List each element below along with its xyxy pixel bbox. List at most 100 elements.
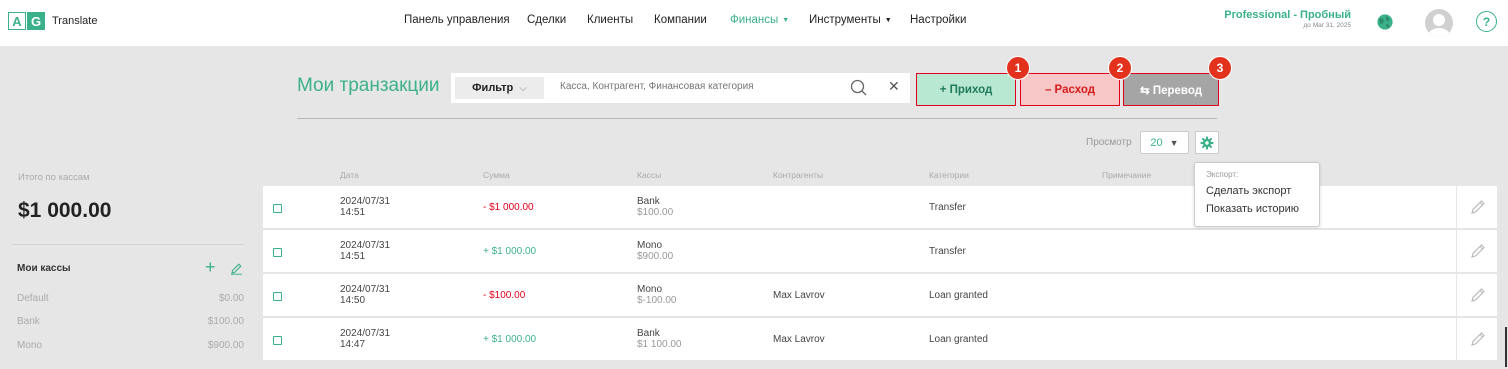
help-icon[interactable]: ?	[1476, 11, 1497, 32]
nav-dashboard[interactable]: Панель управления	[404, 14, 510, 26]
search-icon[interactable]	[850, 79, 867, 96]
row-separator	[1456, 318, 1457, 360]
table-row[interactable]: 2024/07/31 14:51 + $1 000.00 Mono $900.00 Tra…	[263, 230, 1497, 272]
kassa-value: $100.00	[207, 316, 244, 327]
edit-icon[interactable]	[1470, 243, 1486, 259]
col-date[interactable]: Дата	[340, 170, 359, 180]
app-logo[interactable]: A G Translate	[8, 12, 97, 30]
avatar-head	[1433, 14, 1445, 26]
row-contractor[interactable]: Max Lavrov	[773, 290, 825, 301]
row-checkbox[interactable]	[273, 204, 282, 213]
row-time: 14:47	[340, 339, 366, 350]
header-divider	[297, 118, 1217, 119]
edge-line	[1505, 327, 1507, 367]
per-page-select[interactable]: 20 ▼	[1140, 131, 1189, 154]
row-kassa-cell: Bank $100.00	[637, 196, 673, 218]
expense-button[interactable]: – Расход	[1020, 73, 1120, 106]
step-badge-2: 2	[1108, 56, 1132, 80]
row-category: Loan granted	[929, 290, 988, 301]
avatar-body	[1428, 28, 1450, 37]
plan-title: Professional - Пробный	[1224, 9, 1351, 21]
row-category: Transfer	[929, 202, 966, 213]
nav-settings[interactable]: Настройки	[910, 14, 966, 26]
col-contractors[interactable]: Контрагенты	[773, 170, 823, 180]
export-menu-item-history[interactable]: Показать историю	[1206, 203, 1299, 215]
col-categories[interactable]: Категории	[929, 170, 969, 180]
row-category: Transfer	[929, 246, 966, 257]
kassa-name[interactable]: Default	[17, 293, 49, 304]
row-checkbox[interactable]	[273, 248, 282, 257]
row-checkbox[interactable]	[273, 336, 282, 345]
nav-clients[interactable]: Клиенты	[587, 14, 633, 26]
edit-kassy-icon[interactable]	[230, 262, 243, 275]
total-value: $1 000.00	[18, 199, 112, 222]
row-separator	[1456, 274, 1457, 316]
logo-letter-g: G	[27, 12, 45, 30]
row-kassa-cell: Mono $900.00	[637, 240, 673, 262]
kassa-name[interactable]: Bank	[17, 316, 40, 327]
col-kassy[interactable]: Кассы	[637, 170, 661, 180]
row-checkbox[interactable]	[273, 292, 282, 301]
row-separator	[1456, 186, 1457, 228]
row-kassa: Mono	[637, 240, 663, 251]
nav-tools[interactable]: Инструменты ▼	[809, 14, 892, 26]
edit-icon[interactable]	[1470, 199, 1486, 215]
row-kassa-balance: $-100.00	[637, 295, 677, 306]
row-kassa: Bank	[637, 328, 660, 339]
chevron-down-icon: ⌵	[519, 82, 527, 94]
row-kassa: Bank	[637, 196, 660, 207]
plan-info[interactable]: Professional - Пробный до Mar 31, 2025	[1224, 9, 1351, 29]
close-icon[interactable]: ✕	[888, 78, 900, 95]
nav-deals[interactable]: Сделки	[527, 14, 566, 26]
table-row[interactable]: 2024/07/31 14:47 + $1 000.00 Bank $1 100.00 M…	[263, 318, 1497, 360]
row-amount: - $1 000.00	[483, 202, 534, 213]
col-note[interactable]: Примечание	[1102, 170, 1151, 180]
row-amount: - $100.00	[483, 290, 526, 301]
filter-bar: Фильтр ⌵ ✕	[451, 73, 910, 103]
caret-down-icon: ▼	[884, 17, 892, 24]
row-date: 2024/07/31	[340, 284, 391, 295]
nav-companies[interactable]: Компании	[654, 14, 707, 26]
row-date: 2024/07/31	[340, 196, 391, 207]
add-kassa-icon[interactable]: +	[205, 258, 216, 276]
filter-button[interactable]: Фильтр ⌵	[455, 77, 544, 99]
income-button[interactable]: + Приход	[916, 73, 1016, 106]
plan-until: до Mar 31, 2025	[1303, 22, 1351, 29]
total-label: Итого по кассам	[18, 172, 90, 183]
chevron-down-icon: ▼	[1169, 137, 1179, 148]
row-amount: + $1 000.00	[483, 334, 537, 345]
kassa-value: $0.00	[218, 293, 244, 304]
globe-icon[interactable]	[1375, 12, 1395, 32]
row-category: Loan granted	[929, 334, 988, 345]
caret-down-icon: ▼	[782, 17, 790, 24]
row-contractor[interactable]: Max Lavrov	[773, 334, 825, 345]
row-date: 2024/07/31	[340, 240, 391, 251]
avatar[interactable]	[1425, 9, 1453, 37]
export-menu: Экспорт: Сделать экспорт Показать истори…	[1194, 162, 1320, 227]
per-page-label: Просмотр	[1086, 137, 1132, 148]
gear-icon	[1200, 136, 1214, 149]
table-row[interactable]: 2024/07/31 14:50 - $100.00 Mono $-100.00 Max …	[263, 274, 1497, 316]
row-kassa-balance: $900.00	[637, 251, 674, 262]
row-kassa-cell: Mono $-100.00	[637, 284, 676, 306]
app-name: Translate	[52, 15, 98, 27]
edit-icon[interactable]	[1470, 287, 1486, 303]
nav-finance[interactable]: Финансы ▼	[730, 14, 789, 26]
row-time: 14:51	[340, 207, 366, 218]
row-amount: + $1 000.00	[483, 246, 537, 257]
row-kassa-cell: Bank $1 100.00	[637, 328, 682, 350]
kassa-name[interactable]: Mono	[17, 340, 42, 351]
export-menu-item-export[interactable]: Сделать экспорт	[1206, 185, 1291, 197]
page-title: Мои транзакции	[297, 75, 440, 96]
filter-label: Фильтр	[472, 82, 514, 94]
step-badge-1: 1	[1006, 56, 1030, 80]
transfer-button[interactable]: ⇆ Перевод	[1123, 73, 1219, 106]
sidebar-divider	[12, 244, 244, 245]
search-input[interactable]	[560, 81, 840, 92]
kassa-value: $900.00	[207, 340, 244, 351]
row-separator	[1456, 230, 1457, 272]
row-date-cell: 2024/07/31 14:51	[340, 240, 420, 262]
col-amount[interactable]: Сумма	[483, 170, 510, 180]
settings-button[interactable]	[1195, 131, 1219, 154]
edit-icon[interactable]	[1470, 331, 1486, 347]
